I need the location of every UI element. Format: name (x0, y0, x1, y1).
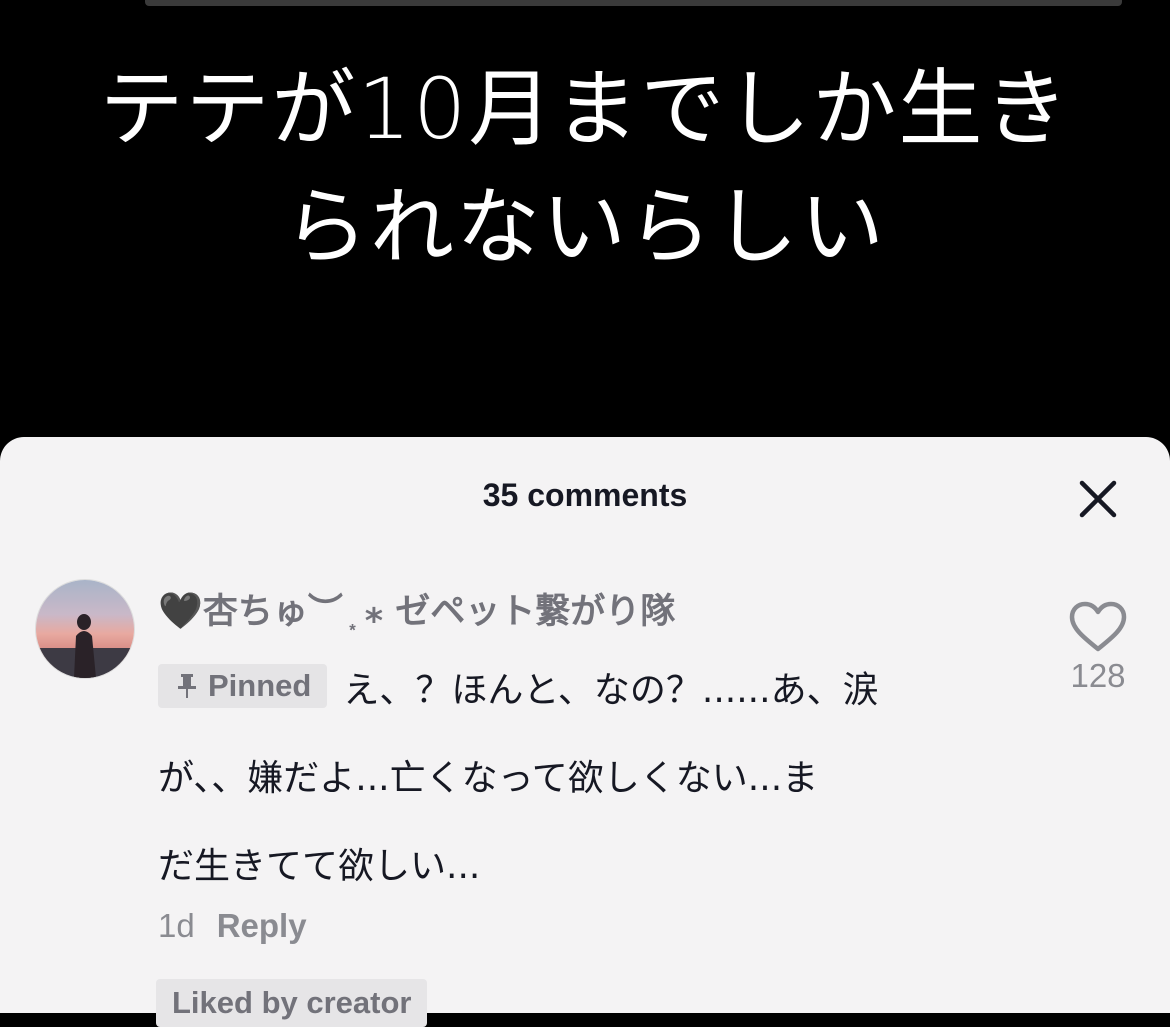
comment-time: 1d (158, 907, 195, 944)
liked-by-creator-badge: Liked by creator (156, 979, 428, 1027)
comments-sheet: 35 comments 🖤杏ちゅ︶ ͙ ⁎ ゼペット繋がり隊 Pinned え、… (0, 437, 1170, 1027)
close-icon (1079, 480, 1117, 518)
like-button[interactable]: 128 (1060, 601, 1136, 695)
pin-icon (178, 674, 196, 698)
avatar[interactable] (35, 579, 135, 679)
video-area[interactable]: テテが10月までしか生き られないらしい (0, 0, 1170, 460)
video-caption: テテが10月までしか生き られないらしい (0, 50, 1170, 286)
username-text: 杏ちゅ︶ ͙ ⁎ ゼペット繋がり隊 (202, 592, 676, 632)
caption-line-2: られないらしい (283, 178, 886, 276)
comment-line-1: Pinned え、？ほんと、なの？......あ、涙 (158, 647, 1018, 735)
reply-button[interactable]: Reply (217, 907, 307, 944)
heart-outline-icon (1069, 601, 1127, 652)
avatar-image (36, 580, 134, 678)
close-button[interactable] (1072, 473, 1124, 525)
comment-username[interactable]: 🖤杏ちゅ︶ ͙ ⁎ ゼペット繋がり隊 (158, 583, 675, 634)
comment-meta: 1d Reply (158, 907, 307, 945)
like-count: 128 (1070, 657, 1126, 694)
comment-text-line-1: え、？ほんと、なの？......あ、涙 (343, 670, 879, 711)
caption-line-1: テテが10月までしか生き (99, 60, 1071, 158)
pinned-badge: Pinned (158, 664, 328, 708)
comment-text-line-2: が、、嫌だよ...亡くなって欲しくない...ま (158, 758, 819, 799)
comment-text-line-3: だ生きてて欲しい... (158, 846, 481, 887)
comment-text: Pinned え、？ほんと、なの？......あ、涙 が、、嫌だよ...亡くなっ… (158, 647, 1018, 911)
video-progress-bar[interactable] (145, 0, 1122, 6)
black-heart-icon: 🖤 (158, 591, 203, 632)
pinned-label: Pinned (208, 668, 312, 703)
comments-count-title: 35 comments (482, 477, 688, 513)
